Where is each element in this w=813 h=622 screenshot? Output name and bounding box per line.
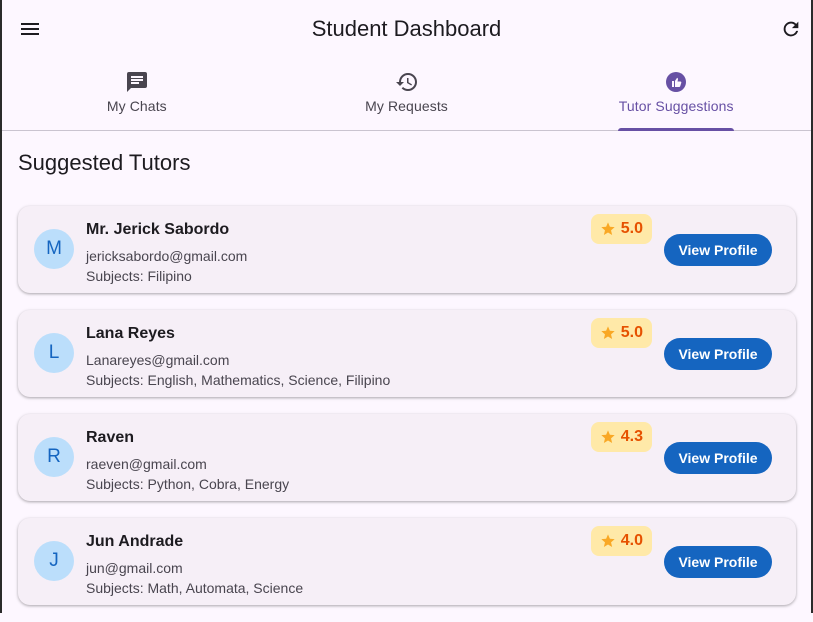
view-profile-button[interactable]: View Profile <box>664 338 772 370</box>
star-icon <box>601 326 615 339</box>
section-title: Suggested Tutors <box>18 150 191 175</box>
rating-value: 4.0 <box>620 532 643 549</box>
tab-label: My Requests <box>365 98 448 114</box>
star-icon <box>601 534 615 547</box>
tutor-name: Raven <box>86 429 135 446</box>
view-profile-button[interactable]: View Profile <box>664 442 772 474</box>
rating-value: 5.0 <box>620 220 643 237</box>
tutor-list: M Mr. Jerick Sabordo jericksabordo@gmail… <box>18 206 796 622</box>
menu-icon[interactable] <box>18 17 42 41</box>
star-icon <box>601 430 615 443</box>
rating-badge: 5.0 <box>590 318 652 348</box>
rating-badge: 4.3 <box>590 422 652 452</box>
tutor-card: J Jun Andrade jun@gmail.com Subjects: Ma… <box>18 518 796 605</box>
avatar: J <box>34 541 74 581</box>
avatar: L <box>34 333 74 373</box>
tutor-name: Lana Reyes <box>86 325 175 342</box>
tutor-email: raeven@gmail.com <box>86 456 207 472</box>
refresh-icon[interactable] <box>779 17 803 41</box>
tab-my-requests[interactable]: My Requests <box>272 58 542 130</box>
tab-my-chats[interactable]: My Chats <box>2 58 272 130</box>
tutor-name: Mr. Jerick Sabordo <box>86 221 230 238</box>
tutor-email: jun@gmail.com <box>86 560 183 576</box>
tutor-card: R Raven raeven@gmail.com Subjects: Pytho… <box>18 414 796 501</box>
avatar: R <box>34 437 74 477</box>
rating-value: 4.3 <box>620 428 643 445</box>
tab-indicator <box>618 128 735 131</box>
rating-badge: 5.0 <box>590 214 652 244</box>
rating-badge: 4.0 <box>590 526 652 556</box>
view-profile-button[interactable]: View Profile <box>664 234 772 266</box>
tab-tutor-suggestions[interactable]: Tutor Suggestions <box>541 58 811 131</box>
tutor-card: M Mr. Jerick Sabordo jericksabordo@gmail… <box>18 206 796 293</box>
avatar: M <box>34 229 74 269</box>
star-icon <box>601 222 615 235</box>
chat-icon <box>126 72 147 92</box>
tutor-card: L Lana Reyes Lanareyes@gmail.com Subject… <box>18 310 796 397</box>
tutor-subjects: Subjects: Filipino <box>86 268 192 284</box>
thumb-up-icon <box>666 72 687 92</box>
tab-label: Tutor Suggestions <box>618 98 734 114</box>
tutor-email: jericksabordo@gmail.com <box>86 248 248 264</box>
tutor-subjects: Subjects: English, Mathematics, Science,… <box>86 372 391 388</box>
app-bar: Student Dashboard <box>2 0 811 58</box>
page-title: Student Dashboard <box>311 16 502 41</box>
tutor-name: Jun Andrade <box>86 533 184 550</box>
tutor-email: Lanareyes@gmail.com <box>86 352 230 368</box>
tab-bar: My Chats My Requests Tutor Suggestions <box>2 58 811 131</box>
rating-value: 5.0 <box>620 324 643 341</box>
tutor-subjects: Subjects: Math, Automata, Science <box>86 580 304 596</box>
tab-label: My Chats <box>106 98 167 114</box>
tutor-subjects: Subjects: Python, Cobra, Energy <box>86 476 290 492</box>
view-profile-button[interactable]: View Profile <box>664 546 772 578</box>
history-icon <box>395 73 417 92</box>
